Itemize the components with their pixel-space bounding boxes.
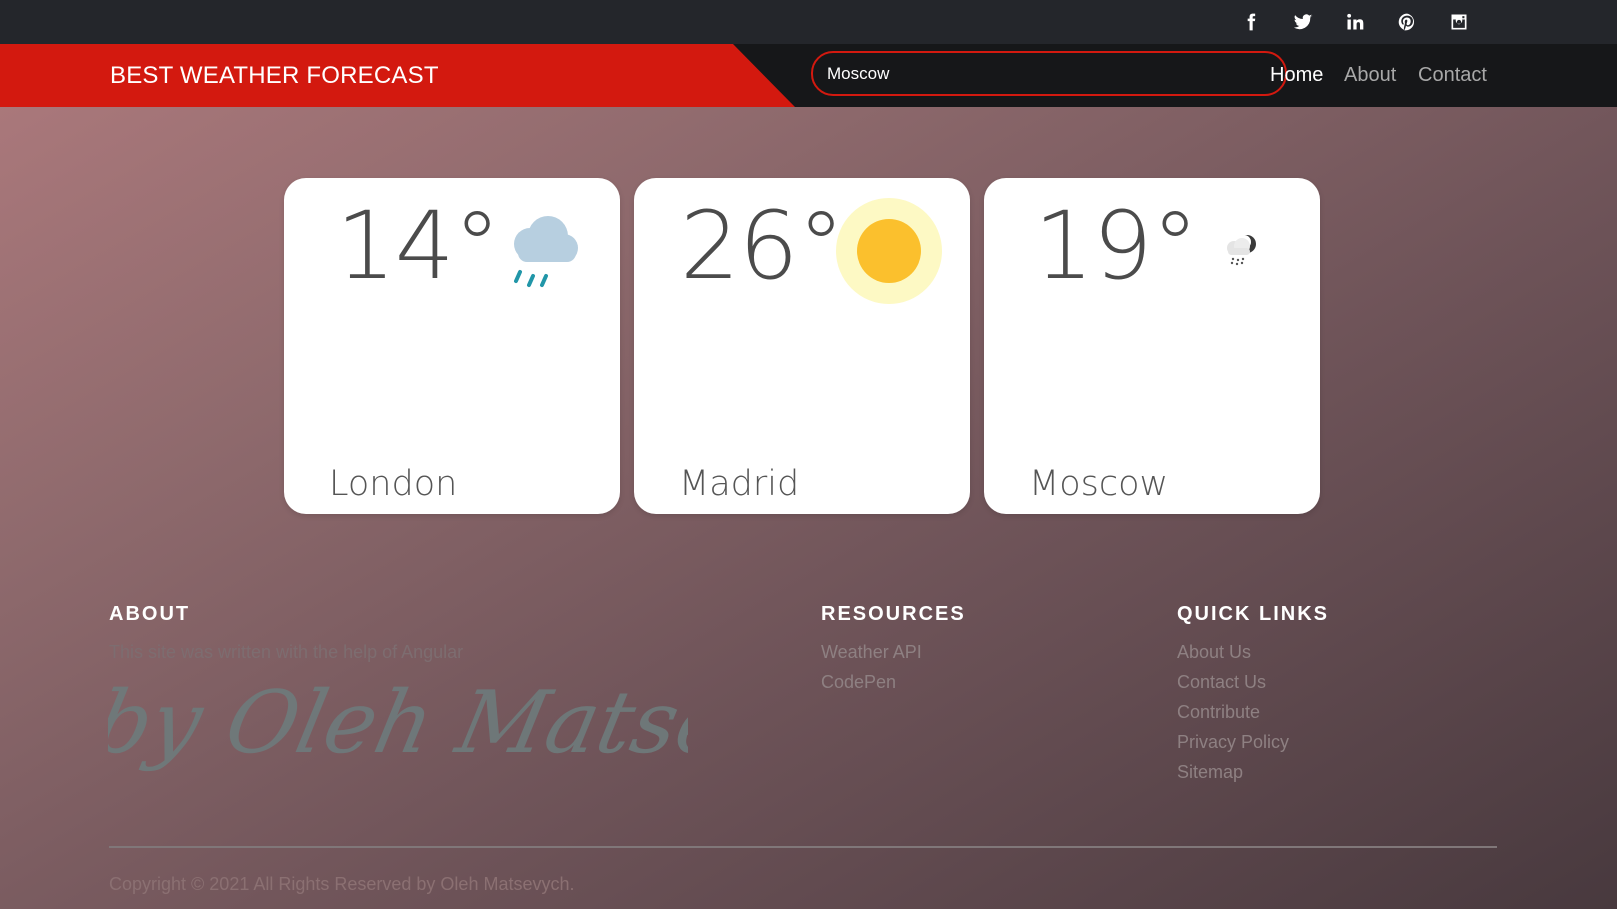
footer-divider xyxy=(109,846,1497,848)
twitter-icon[interactable] xyxy=(1288,0,1318,44)
footer-link-contact-us[interactable]: Contact Us xyxy=(1177,672,1266,693)
navbar: BEST WEATHER FORECAST Home About Contact xyxy=(0,44,1617,107)
instagram-icon[interactable] xyxy=(1444,0,1474,44)
sun-icon xyxy=(836,198,942,304)
card-city: Madrid xyxy=(679,464,800,504)
card-temperature: 26° xyxy=(680,192,845,301)
card-city: Moscow xyxy=(1029,464,1169,504)
linkedin-icon[interactable] xyxy=(1340,0,1370,44)
footer-link-about-us[interactable]: About Us xyxy=(1177,642,1251,663)
footer-resources-heading: RESOURCES xyxy=(821,603,966,625)
footer-link-codepen[interactable]: CodePen xyxy=(821,672,896,693)
city-search-input[interactable] xyxy=(811,51,1287,96)
footer-link-privacy-policy[interactable]: Privacy Policy xyxy=(1177,732,1289,753)
footer-about-text: This site was written with the help of A… xyxy=(109,642,464,662)
svg-text:by Oleh Matsevych: by Oleh Matsevych xyxy=(108,672,688,773)
footer-link-contribute[interactable]: Contribute xyxy=(1177,702,1260,723)
footer-about-heading: ABOUT xyxy=(109,603,191,625)
facebook-icon[interactable] xyxy=(1236,0,1266,44)
nav-about-link[interactable]: About xyxy=(1344,44,1396,107)
card-temperature: 14° xyxy=(336,192,501,301)
card-city: London xyxy=(329,464,458,504)
footer-quick-links-heading: QUICK LINKS xyxy=(1177,603,1329,625)
signature-image: by Oleh Matsevych xyxy=(108,672,688,773)
footer-link-weather-api[interactable]: Weather API xyxy=(821,642,922,663)
brand-title[interactable]: BEST WEATHER FORECAST xyxy=(110,44,439,107)
copyright-text: Copyright © 2021 All Rights Reserved by … xyxy=(109,874,575,894)
weather-card-moscow[interactable]: 19° Moscow xyxy=(984,178,1320,514)
top-bar xyxy=(0,0,1617,44)
weather-card-london[interactable]: 14° London xyxy=(284,178,620,514)
rain-cloud-icon xyxy=(514,216,578,287)
pinterest-icon[interactable] xyxy=(1392,0,1422,44)
weather-card-madrid[interactable]: 26° Madrid xyxy=(634,178,970,514)
footer-link-sitemap[interactable]: Sitemap xyxy=(1177,762,1243,783)
card-temperature: 19° xyxy=(1034,192,1199,301)
nav-home-link[interactable]: Home xyxy=(1270,44,1323,107)
nav-contact-link[interactable]: Contact xyxy=(1418,44,1487,107)
night-drizzle-icon xyxy=(1227,235,1256,266)
